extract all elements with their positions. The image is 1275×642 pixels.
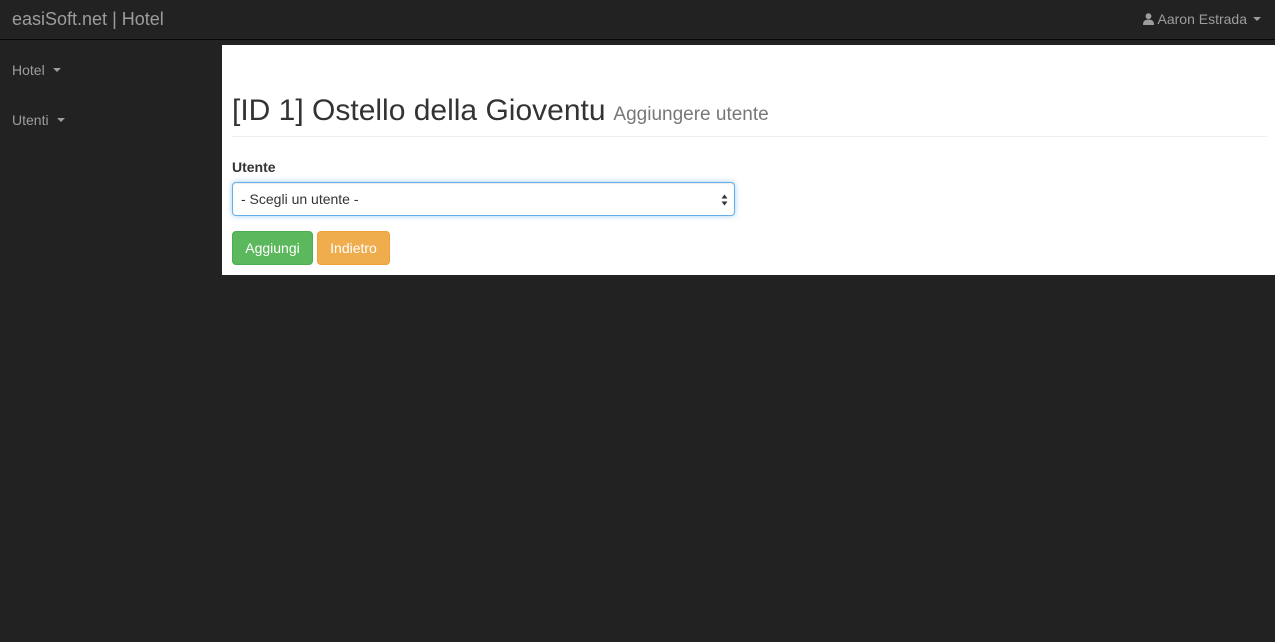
- page-header: [ID 1] Ostello della Gioventu Aggiungere…: [232, 94, 1267, 137]
- select-arrows-icon: [721, 193, 728, 207]
- page-title: [ID 1] Ostello della Gioventu: [232, 94, 606, 127]
- user-select-value: - Scegli un utente -: [241, 191, 359, 207]
- add-button[interactable]: Aggiungi: [232, 231, 313, 265]
- sidebar-item-utenti[interactable]: Utenti: [12, 112, 65, 128]
- page-subtitle: Aggiungere utente: [613, 104, 769, 125]
- user-select[interactable]: - Scegli un utente -: [232, 182, 735, 216]
- main-content: [ID 1] Ostello della Gioventu Aggiungere…: [222, 45, 1275, 275]
- user-icon: [1142, 13, 1154, 25]
- chevron-down-icon: [56, 118, 65, 122]
- sidebar-item-label: Hotel: [12, 62, 45, 78]
- chevron-down-icon: [1253, 17, 1261, 21]
- chevron-down-icon: [52, 68, 61, 72]
- user-name: Aaron Estrada: [1157, 11, 1248, 27]
- user-menu-dropdown[interactable]: Aaron Estrada: [1142, 11, 1261, 27]
- sidebar-item-hotel[interactable]: Hotel: [12, 62, 61, 78]
- user-field-label: Utente: [232, 159, 276, 175]
- sidebar-item-label: Utenti: [12, 112, 49, 128]
- top-navbar: easiSoft.net | Hotel Aaron Estrada: [0, 0, 1275, 40]
- back-button[interactable]: Indietro: [317, 231, 390, 265]
- brand-link[interactable]: easiSoft.net | Hotel: [12, 9, 164, 29]
- sidebar: Hotel Utenti: [0, 45, 222, 642]
